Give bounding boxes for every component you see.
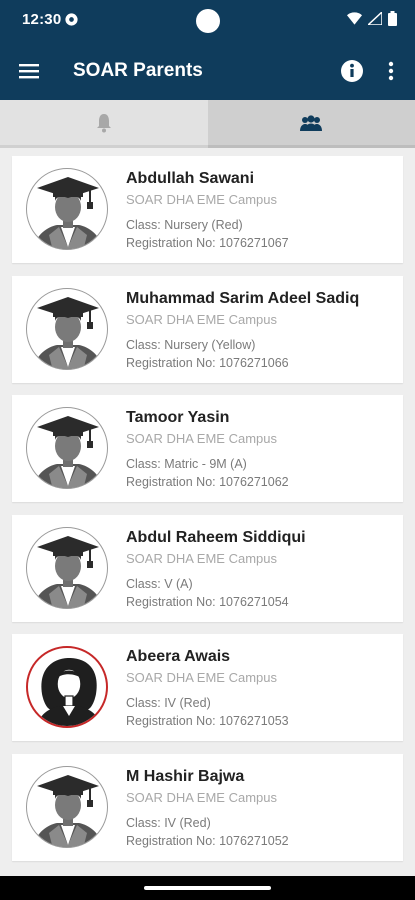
student-campus: SOAR DHA EME Campus (126, 789, 277, 805)
camera-cutout (196, 9, 220, 33)
student-card[interactable]: Abdul Raheem Siddiqui SOAR DHA EME Campu… (12, 514, 403, 622)
student-class: Class: Nursery (Red) (126, 218, 243, 232)
battery-icon (388, 11, 397, 26)
tab-bar (0, 100, 415, 148)
student-class: Class: IV (Red) (126, 696, 211, 711)
info-icon[interactable] (339, 58, 365, 84)
student-name: Abdullah Sawani (126, 170, 255, 187)
student-name: Tamoor Yasin (126, 409, 230, 427)
student-card[interactable]: Abdullah Sawani SOAR DHA EME Campus Clas… (12, 156, 403, 263)
student-registration: Registration No: 1076271066 (126, 355, 289, 370)
status-time: 12:30 (22, 11, 62, 28)
graduate-male-icon (26, 287, 108, 370)
menu-icon (19, 64, 39, 79)
student-name: Abdul Raheem Siddiqui (126, 528, 306, 546)
home-gesture-handle[interactable] (144, 886, 271, 890)
student-card[interactable]: Abeera Awais SOAR DHA EME Campus Class: … (12, 634, 403, 742)
graduate-male-icon (26, 407, 108, 490)
app-bar: SOAR Parents (0, 42, 415, 100)
student-campus: SOAR DHA EME Campus (126, 311, 277, 327)
graduate-male-icon (26, 765, 108, 848)
app-title: SOAR Parents (73, 60, 203, 81)
bell-icon (96, 113, 111, 132)
student-campus: SOAR DHA EME Campus (126, 192, 277, 207)
people-icon (300, 114, 323, 131)
navigation-bar (0, 876, 415, 900)
student-registration: Registration No: 1076271053 (126, 714, 289, 729)
student-campus: SOAR DHA EME Campus (126, 670, 277, 686)
status-bar: 12:30 (0, 0, 415, 42)
graduate-male-icon (26, 168, 108, 250)
student-campus: SOAR DHA EME Campus (126, 550, 277, 566)
student-class: Class: IV (Red) (126, 815, 211, 830)
settings-icon (65, 13, 78, 26)
student-class: Class: V (A) (126, 576, 193, 591)
more-options-button[interactable] (377, 56, 405, 86)
more-vert-icon (388, 61, 394, 81)
tab-notifications[interactable] (0, 100, 208, 148)
menu-button[interactable] (12, 54, 46, 88)
student-registration: Registration No: 1076271062 (126, 475, 289, 490)
status-icons (347, 11, 397, 26)
graduate-male-icon (26, 526, 108, 609)
student-name: Muhammad Sarim Adeel Sadiq (126, 289, 360, 307)
student-campus: SOAR DHA EME Campus (126, 431, 277, 447)
student-card[interactable]: Tamoor Yasin SOAR DHA EME Campus Class: … (12, 395, 403, 503)
student-card[interactable]: M Hashir Bajwa SOAR DHA EME Campus Class… (12, 753, 403, 861)
student-name: Abeera Awais (126, 648, 231, 666)
student-class: Class: Matric - 9M (A) (126, 457, 247, 472)
wifi-icon (347, 12, 362, 25)
tab-students[interactable] (207, 100, 415, 148)
student-list: Abdullah Sawani SOAR DHA EME Campus Clas… (12, 156, 403, 874)
student-registration: Registration No: 1076271067 (126, 236, 289, 250)
student-name: M Hashir Bajwa (126, 767, 245, 785)
student-card[interactable]: Muhammad Sarim Adeel Sadiq SOAR DHA EME … (12, 275, 403, 383)
signal-icon (368, 12, 382, 25)
female-student-icon (26, 646, 108, 729)
student-registration: Registration No: 1076271052 (126, 833, 289, 848)
student-registration: Registration No: 1076271054 (126, 594, 289, 609)
student-class: Class: Nursery (Yellow) (126, 337, 256, 352)
